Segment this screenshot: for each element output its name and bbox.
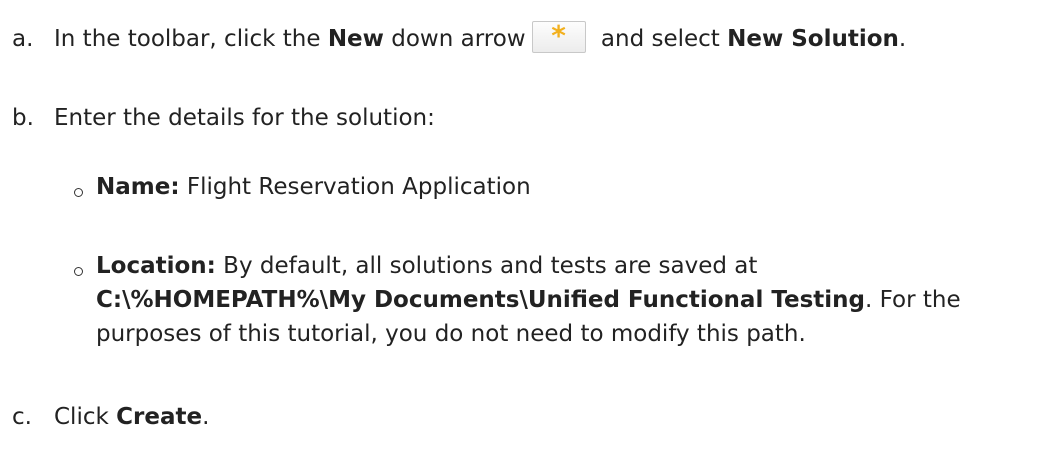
- step-marker: b.: [12, 105, 34, 131]
- new-solution-label: New Solution: [727, 26, 899, 52]
- step-text: Click Create.: [54, 404, 210, 430]
- create-label: Create: [116, 404, 203, 430]
- bullet-circle-icon: [74, 267, 83, 276]
- name-label: Name:: [96, 174, 180, 200]
- new-asterisk-icon: *: [551, 18, 566, 52]
- step-marker: c.: [12, 404, 32, 430]
- step-text: Enter the details for the solution:: [54, 105, 435, 131]
- name-value: Flight Reservation Application: [179, 174, 531, 200]
- step-text: In the toolbar, click the New down arrow…: [54, 18, 907, 53]
- location-label: Location:: [96, 253, 216, 279]
- step-marker: a.: [12, 26, 34, 52]
- default-path: C:\%HOMEPATH%\My Documents\Unified Funct…: [96, 287, 865, 313]
- bullet-circle-icon: [74, 188, 83, 197]
- new-toolbar-button: *: [531, 18, 586, 53]
- new-label: New: [327, 26, 384, 52]
